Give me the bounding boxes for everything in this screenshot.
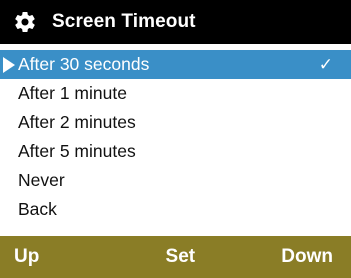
down-softkey[interactable]: Down [281, 246, 333, 268]
checkmark-icon: ✓ [318, 55, 333, 74]
menu-item-label: Back [18, 199, 57, 219]
selection-arrow-icon [3, 57, 15, 73]
menu-item-label: Never [18, 170, 65, 190]
menu-item-label: After 30 seconds [18, 54, 150, 74]
title-bar: Screen Timeout [0, 0, 351, 44]
menu-item-back[interactable]: Back [0, 195, 351, 224]
menu-item-label: After 5 minutes [18, 141, 136, 161]
menu-item-label: After 1 minute [18, 83, 127, 103]
menu-item-after-30-seconds[interactable]: After 30 seconds ✓ [0, 50, 351, 79]
menu-item-after-5-minutes[interactable]: After 5 minutes [0, 137, 351, 166]
timeout-options-list: After 30 seconds ✓ After 1 minute After … [0, 50, 351, 224]
menu-item-after-2-minutes[interactable]: After 2 minutes [0, 108, 351, 137]
menu-item-after-1-minute[interactable]: After 1 minute [0, 79, 351, 108]
set-softkey[interactable]: Set [166, 246, 196, 268]
menu-item-never[interactable]: Never [0, 166, 351, 195]
up-softkey[interactable]: Up [14, 246, 39, 268]
screen-timeout-screen: Screen Timeout After 30 seconds ✓ After … [0, 0, 351, 278]
gear-icon [12, 9, 38, 35]
softkey-bar: Up Set Down [0, 236, 351, 278]
menu-item-label: After 2 minutes [18, 112, 136, 132]
page-title: Screen Timeout [52, 11, 196, 32]
